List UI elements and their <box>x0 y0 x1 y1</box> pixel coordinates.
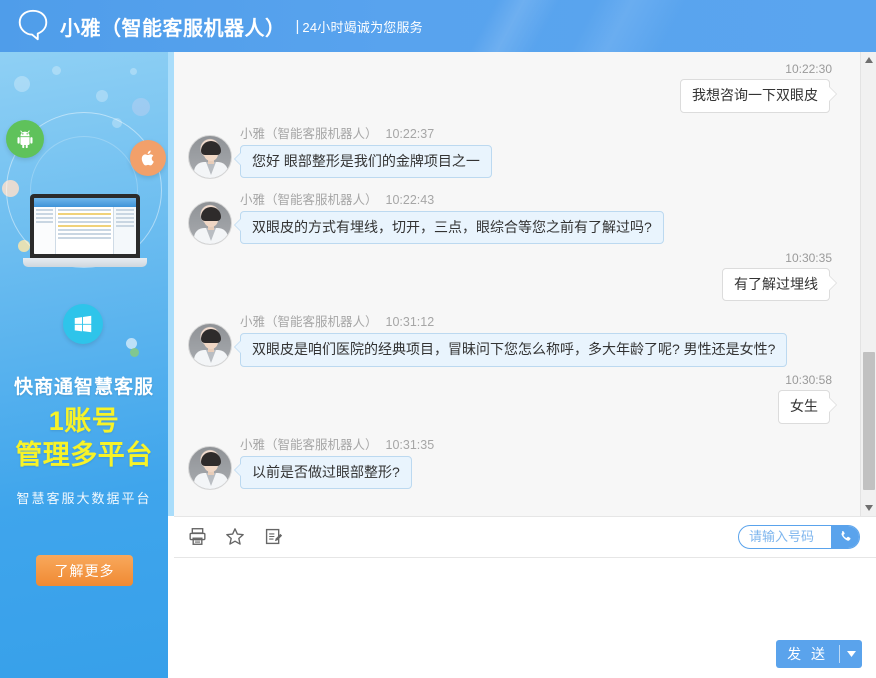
message-incoming: 小雅（智能客服机器人） 10:22:43 双眼皮的方式有埋线，切开，三点，眼综合等您… <box>174 189 860 245</box>
message-sender: 小雅（智能客服机器人） <box>240 193 378 207</box>
message-input[interactable] <box>174 558 876 640</box>
message-body: 小雅（智能客服机器人） 10:22:43 双眼皮的方式有埋线，切开，三点，眼综合等您… <box>240 189 664 245</box>
message-timestamp: 10:22:30 <box>188 62 832 76</box>
chat-bubble-icon <box>14 7 52 45</box>
promo-highlight-line2: 管理多平台 <box>0 438 168 472</box>
message-meta: 小雅（智能客服机器人） 10:31:35 <box>240 434 434 453</box>
message-timestamp: 10:30:58 <box>188 373 832 387</box>
laptop-illustration <box>30 194 140 267</box>
windows-icon <box>63 304 103 344</box>
chat-toolbar <box>174 516 876 556</box>
triangle-down-icon <box>865 505 873 511</box>
promo-sidebar: 快商通智慧客服 1账号 管理多平台 智慧客服大数据平台 了解更多 <box>0 52 168 678</box>
send-button-group[interactable]: 发 送 <box>776 640 862 668</box>
decor-bubble <box>132 98 150 116</box>
promo-highlight: 1账号 管理多平台 <box>0 404 168 472</box>
message-bubble: 双眼皮的方式有埋线，切开，三点，眼综合等您之前有了解过吗? <box>240 211 664 245</box>
customer-service-chat-window: 小雅（智能客服机器人） | 24小时竭诚为您服务 <box>0 0 876 678</box>
message-outgoing: 10:22:30 我想咨询一下双眼皮 <box>174 62 860 113</box>
header-subtitle: 24小时竭诚为您服务 <box>302 17 422 36</box>
decor-bubble <box>130 68 137 75</box>
decor-bubble <box>130 348 139 357</box>
message-body: 小雅（智能客服机器人） 10:31:12 双眼皮是咱们医院的经典项目，冒昧问下您怎么… <box>240 311 787 367</box>
page-title: 小雅（智能客服机器人） <box>60 12 286 41</box>
message-list: 10:22:30 我想咨询一下双眼皮小雅（智能客服机器人） 10:22:37 您好 眼… <box>174 52 860 516</box>
learn-more-button[interactable]: 了解更多 <box>36 555 133 586</box>
scroll-up-button[interactable] <box>861 52 876 68</box>
phone-number-input[interactable] <box>739 526 831 548</box>
compose-area: 发 送 <box>174 557 876 678</box>
message-timestamp: 10:22:37 <box>386 127 435 141</box>
phone-dial-group <box>738 525 860 549</box>
message-body: 小雅（智能客服机器人） 10:22:37 您好 眼部整形是我们的金牌项目之一 <box>240 123 492 179</box>
avatar <box>188 201 232 245</box>
print-icon[interactable] <box>182 522 212 552</box>
promo-title: 快商通智慧客服 <box>0 372 168 399</box>
send-button[interactable]: 发 送 <box>776 640 839 668</box>
call-button[interactable] <box>831 525 859 549</box>
chevron-down-icon <box>847 651 856 657</box>
note-edit-icon[interactable] <box>258 522 288 552</box>
message-incoming: 小雅（智能客服机器人） 10:31:12 双眼皮是咱们医院的经典项目，冒昧问下您怎么… <box>174 311 860 367</box>
triangle-up-icon <box>865 57 873 63</box>
message-sender: 小雅（智能客服机器人） <box>240 127 378 141</box>
message-sender: 小雅（智能客服机器人） <box>240 315 378 329</box>
decor-bubble <box>52 66 61 75</box>
decor-bubble <box>14 76 30 92</box>
send-options-button[interactable] <box>840 640 862 668</box>
apple-icon <box>130 140 166 176</box>
avatar <box>188 446 232 490</box>
message-incoming: 小雅（智能客服机器人） 10:22:37 您好 眼部整形是我们的金牌项目之一 <box>174 123 860 179</box>
message-meta: 小雅（智能客服机器人） 10:22:37 <box>240 123 492 142</box>
header-divider: | <box>296 18 300 35</box>
message-bubble: 您好 眼部整形是我们的金牌项目之一 <box>240 145 492 179</box>
promo-subtitle: 智慧客服大数据平台 <box>0 488 168 507</box>
app-header: 小雅（智能客服机器人） | 24小时竭诚为您服务 <box>0 0 876 52</box>
android-icon <box>6 120 44 158</box>
message-sender: 小雅（智能客服机器人） <box>240 438 378 452</box>
message-bubble: 有了解过埋线 <box>722 268 830 302</box>
chat-panel: 10:22:30 我想咨询一下双眼皮小雅（智能客服机器人） 10:22:37 您好 眼… <box>168 52 876 678</box>
message-body: 小雅（智能客服机器人） 10:31:35 以前是否做过眼部整形? <box>240 434 434 490</box>
message-meta: 小雅（智能客服机器人） 10:22:43 <box>240 189 664 208</box>
message-outgoing: 10:30:35 有了解过埋线 <box>174 251 860 302</box>
message-bubble: 双眼皮是咱们医院的经典项目，冒昧问下您怎么称呼，多大年龄了呢? 男性还是女性? <box>240 333 787 367</box>
phone-icon <box>838 529 853 544</box>
avatar <box>188 135 232 179</box>
message-bubble: 女生 <box>778 390 830 424</box>
message-bubble: 以前是否做过眼部整形? <box>240 456 412 490</box>
message-outgoing: 10:30:58 女生 <box>174 373 860 424</box>
scrollbar-thumb[interactable] <box>863 352 875 490</box>
message-bubble: 我想咨询一下双眼皮 <box>680 79 830 113</box>
decor-bubble <box>96 90 108 102</box>
star-icon[interactable] <box>220 522 250 552</box>
message-timestamp: 10:30:35 <box>188 251 832 265</box>
message-timestamp: 10:22:43 <box>386 193 435 207</box>
message-meta: 小雅（智能客服机器人） 10:31:12 <box>240 311 787 330</box>
message-scrollbar[interactable] <box>860 52 876 516</box>
scroll-down-button[interactable] <box>861 500 876 516</box>
message-incoming: 小雅（智能客服机器人） 10:31:35 以前是否做过眼部整形? <box>174 434 860 490</box>
message-timestamp: 10:31:35 <box>386 438 435 452</box>
avatar <box>188 323 232 367</box>
promo-highlight-line1: 1账号 <box>0 404 168 438</box>
message-timestamp: 10:31:12 <box>386 315 435 329</box>
